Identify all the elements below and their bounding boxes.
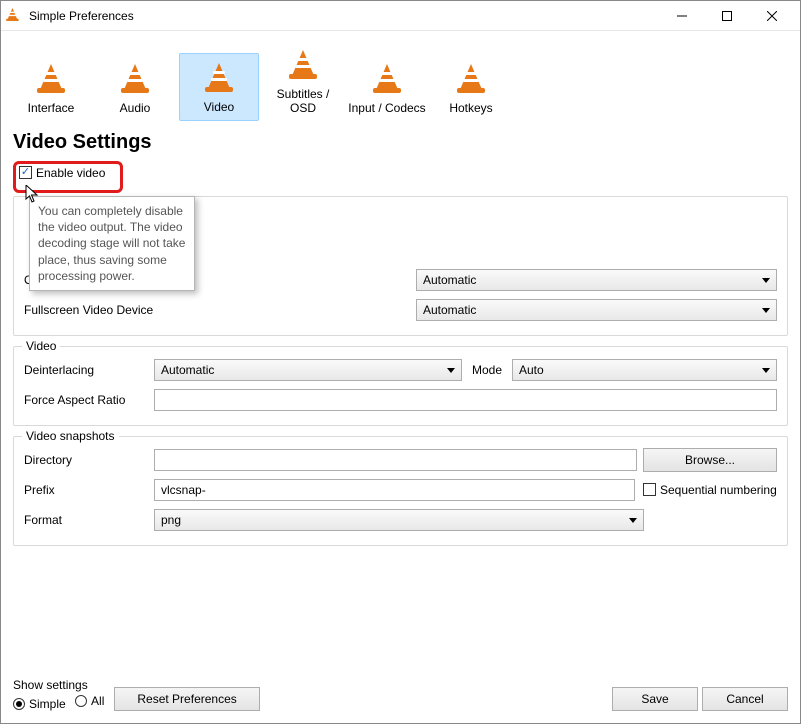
video-group: Video Deinterlacing Automatic Mode Auto … [13,346,788,426]
enable-video-label: Enable video [36,166,105,180]
maximize-icon [722,11,732,21]
snapshots-group: Video snapshots Directory Browse... Pref… [13,436,788,546]
cancel-label: Cancel [726,692,763,706]
fsdev-row: Fullscreen Video Device Automatic [24,297,777,323]
tab-subtitles[interactable]: Subtitles / OSD [263,41,343,121]
app-icon [7,8,23,24]
dir-input[interactable] [154,449,637,471]
radio-simple-label: Simple [29,697,66,711]
prefix-value: vlcsnap- [161,483,206,497]
mode-value: Auto [519,363,544,377]
fsdev-value: Automatic [423,303,476,317]
reset-preferences-button[interactable]: Reset Preferences [114,687,259,711]
enable-video-row: ✓ Enable video [13,160,788,184]
chevron-down-icon [762,308,770,313]
radio-all-label: All [91,694,104,708]
cone-icon [39,64,63,92]
minimize-button[interactable] [659,1,704,31]
footer: Show settings Simple All Reset Preferenc… [1,668,800,723]
tab-video-label: Video [180,100,258,114]
browse-label: Browse... [685,453,735,467]
output-value: Automatic [423,273,476,287]
output-select[interactable]: Automatic [416,269,777,291]
browse-button[interactable]: Browse... [643,448,777,472]
radio-all[interactable]: All [75,694,104,708]
tab-audio-label: Audio [95,101,175,115]
deint-label: Deinterlacing [24,363,154,377]
deint-value: Automatic [161,363,214,377]
video-legend: Video [22,339,60,353]
show-settings-group: Show settings Simple All [13,678,110,711]
tab-interface-label: Interface [11,101,91,115]
far-input[interactable] [154,389,777,411]
tab-subtitles-label: Subtitles / OSD [263,87,343,115]
sequential-label: Sequential numbering [660,483,777,497]
deint-select[interactable]: Automatic [154,359,462,381]
save-button[interactable]: Save [612,687,698,711]
fsdev-label: Fullscreen Video Device [24,303,416,317]
titlebar: Simple Preferences [1,1,800,31]
format-row: Format png [24,507,777,533]
tab-audio[interactable]: Audio [95,55,175,121]
chevron-down-icon [447,368,455,373]
window-title: Simple Preferences [29,9,134,23]
cone-icon [123,64,147,92]
cone-icon [459,64,483,92]
tab-interface[interactable]: Interface [11,55,91,121]
checkbox-icon [643,483,656,496]
radio-icon [13,698,25,710]
far-row: Force Aspect Ratio [24,387,777,413]
prefix-input[interactable]: vlcsnap- [154,479,635,501]
tab-video[interactable]: Video [179,53,259,121]
cancel-button[interactable]: Cancel [702,687,788,711]
prefix-label: Prefix [24,483,154,497]
format-label: Format [24,513,154,527]
cone-icon [291,50,315,78]
chevron-down-icon [762,368,770,373]
snapshots-legend: Video snapshots [22,429,119,443]
tab-input-codecs[interactable]: Input / Codecs [347,55,427,121]
enable-video-tooltip: You can completely disable the video out… [29,196,195,291]
mode-label: Mode [462,363,512,377]
close-icon [767,11,777,21]
sequential-checkbox[interactable]: Sequential numbering [643,483,777,497]
far-label: Force Aspect Ratio [24,393,154,407]
chevron-down-icon [762,278,770,283]
fsdev-select[interactable]: Automatic [416,299,777,321]
maximize-button[interactable] [704,1,749,31]
format-select[interactable]: png [154,509,644,531]
tab-hotkeys[interactable]: Hotkeys [431,55,511,121]
cone-icon [375,64,399,92]
prefix-row: Prefix vlcsnap- Sequential numbering [24,477,777,503]
close-button[interactable] [749,1,794,31]
chevron-down-icon [629,518,637,523]
checkbox-icon: ✓ [19,166,32,179]
radio-icon [75,695,87,707]
enable-video-checkbox[interactable]: ✓ Enable video [19,166,105,180]
cone-icon [207,63,231,91]
mode-select[interactable]: Auto [512,359,777,381]
tab-input-codecs-label: Input / Codecs [347,101,427,115]
reset-label: Reset Preferences [137,692,236,706]
page-title: Video Settings [1,121,800,160]
show-settings-label: Show settings [13,678,110,692]
minimize-icon [677,11,687,21]
dir-label: Directory [24,453,154,467]
deint-row: Deinterlacing Automatic Mode Auto [24,357,777,383]
save-label: Save [641,692,668,706]
radio-simple[interactable]: Simple [13,697,66,711]
format-value: png [161,513,181,527]
tab-hotkeys-label: Hotkeys [431,101,511,115]
dir-row: Directory Browse... [24,447,777,473]
category-tabs: Interface Audio Video Subtitles / OSD In… [1,31,800,121]
